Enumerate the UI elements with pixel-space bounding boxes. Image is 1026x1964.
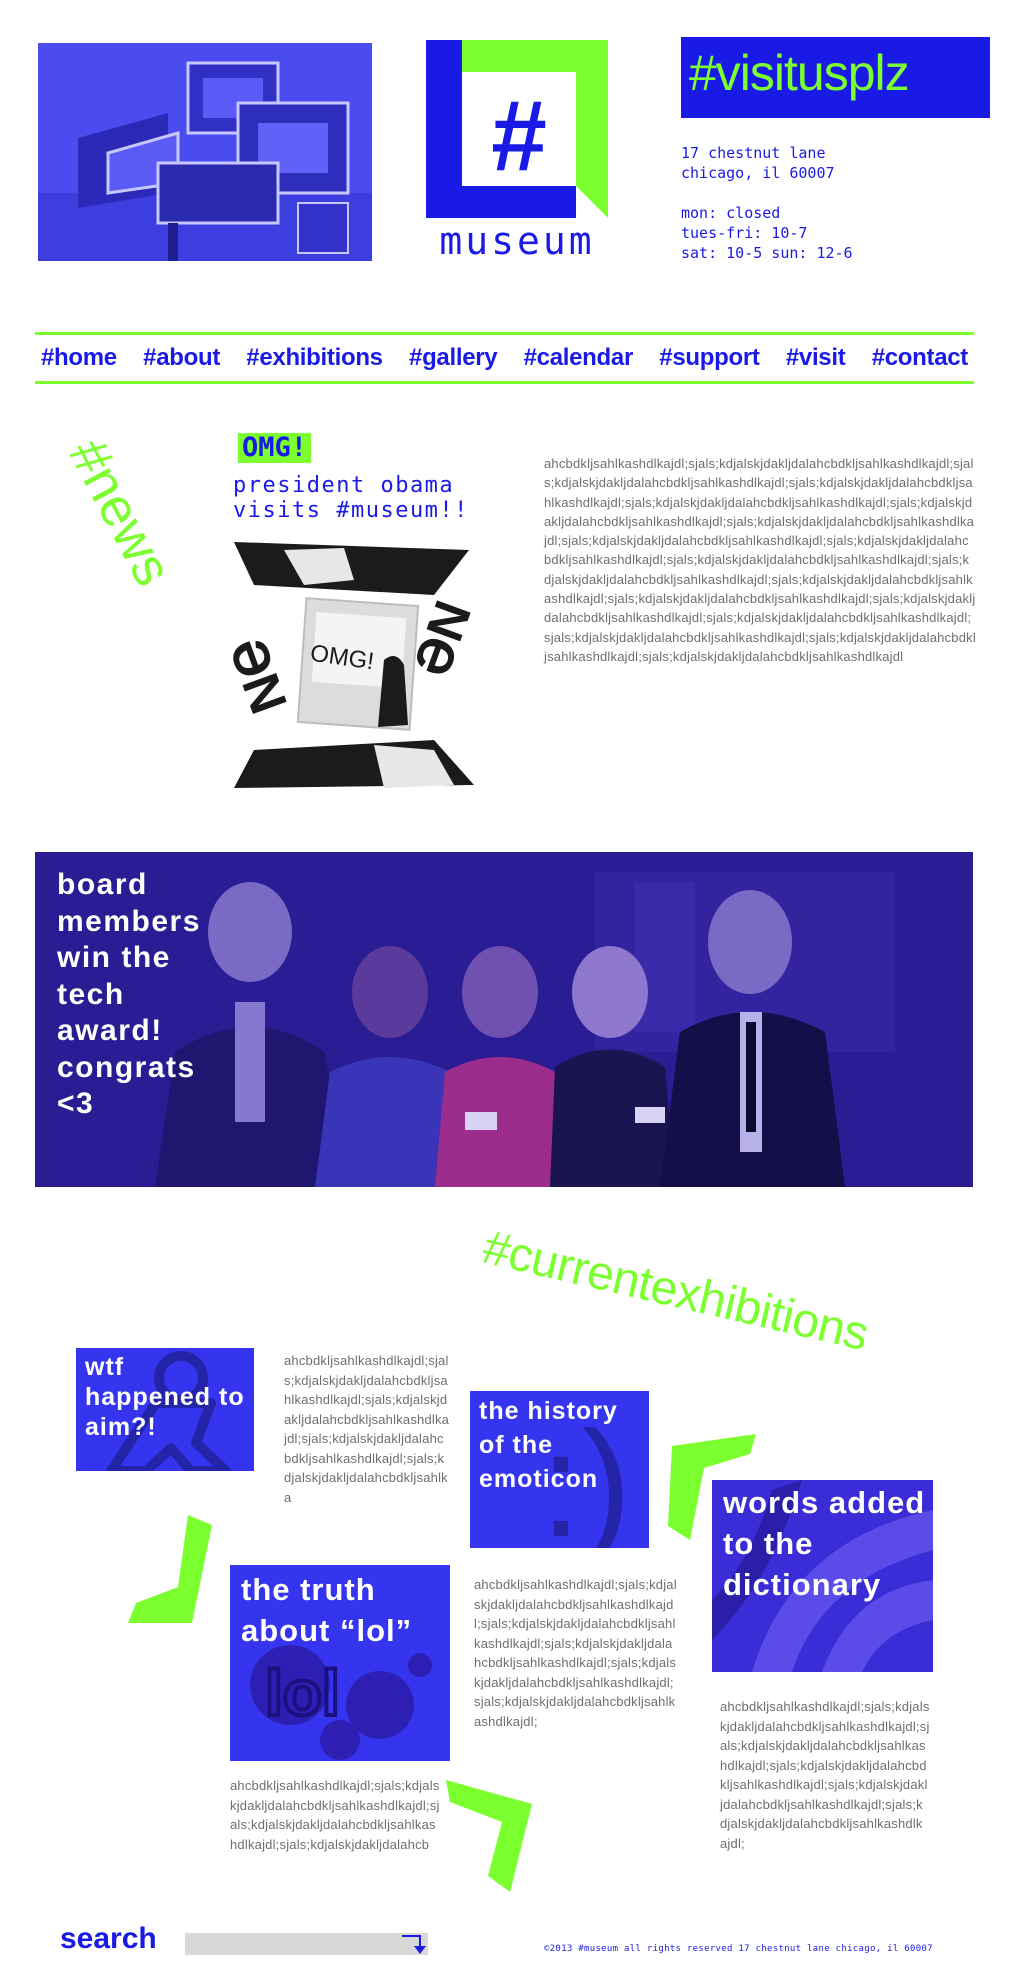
emoticon-title: the history of the emoticon [479,1397,618,1493]
hours-weekday: tues-fri: 10-7 [681,224,808,242]
logo-title: museum [439,219,595,263]
search-label: search [60,1922,157,1955]
nav-home[interactable]: #home [41,344,117,372]
caption-line: members [57,904,201,938]
exhibit-words-card[interactable]: words added to the dictionary [712,1480,933,1672]
aim-title: wtf happened to aim?! [85,1353,245,1441]
caption-line: tech [57,977,125,1011]
omg-badge: OMG! [238,433,312,463]
hours-weekend: sat: 10-5 sun: 12-6 [681,244,853,262]
words-body-text: ahcbdkljsahlkashdlkajdl;sjals;kdjalskjda… [720,1699,930,1851]
search-input[interactable] [185,1933,428,1955]
lol-body-text: ahcbdkljsahlkashdlkajdl;sjals;kdjalskjda… [474,1577,677,1729]
footer-copyright: ©2013 #museum all rights reserved 17 che… [544,1944,933,1954]
museum-building-photo [38,43,372,261]
nav-about[interactable]: #about [143,344,220,372]
address-street: 17 chestnut lane [681,144,826,162]
nav-exhibitions[interactable]: #exhibitions [246,344,383,372]
news-body-text: ahcbdkljsahlkashdlkajdl;sjals;kdjalskjda… [544,456,976,664]
caption-line: congrats [57,1050,196,1084]
address-and-hours: 17 chestnut lane chicago, il 60007 mon: … [681,143,1001,263]
nav-contact[interactable]: #contact [872,344,969,372]
nav-calendar[interactable]: #calendar [524,344,634,372]
visitusplz-hashtag: #visitusplz [689,45,910,101]
lol-body-text-below: ahcbdkljsahlkashdlkajdl;sjals;kdjalskjda… [230,1778,440,1852]
svg-text:lol: lol [265,1657,340,1729]
exhibit-aim-card[interactable]: wtf happened to aim?! [76,1348,254,1471]
caption-line: <3 [57,1087,95,1120]
nav-bottom-rule [35,381,974,384]
aim-body-text: ahcbdkljsahlkashdlkajdl;sjals;kdjalskjda… [284,1353,450,1505]
exhibit-lol-card[interactable]: lol the truth about “lol” [230,1565,450,1761]
caption-line: board [57,868,148,901]
address-city: chicago, il 60007 [681,164,835,182]
logo-hash-symbol: # [491,80,547,192]
current-exhibitions-heading: #currentexhibitions [477,1220,874,1362]
exhibit-emoticon-card[interactable]: :) the history of the emoticon [470,1391,649,1548]
news-headline[interactable]: president obama visits #museum!! [233,473,503,523]
board-award-caption: board members win the tech award! congra… [57,867,257,1123]
chevron-down-right-icon [446,1780,532,1892]
news-heading: #news [57,429,184,596]
omg-news-image[interactable]: OMG! ƏN ƏN [224,540,492,792]
lol-title: the truth about “lol” [241,1572,413,1648]
chevron-down-left-icon [128,1515,212,1623]
main-nav: #home #about #exhibitions #gallery #cale… [35,338,974,378]
search-submit-arrow-icon[interactable] [400,1932,426,1956]
nav-support[interactable]: #support [659,344,760,372]
words-title: words added to the dictionary [723,1485,926,1602]
caption-line: win the [57,941,171,974]
nav-top-rule [35,332,974,335]
nav-visit[interactable]: #visit [786,344,846,372]
hours-monday: mon: closed [681,204,781,222]
building-illustration [38,43,372,261]
nav-gallery[interactable]: #gallery [409,344,498,372]
caption-line: award! [57,1014,163,1047]
